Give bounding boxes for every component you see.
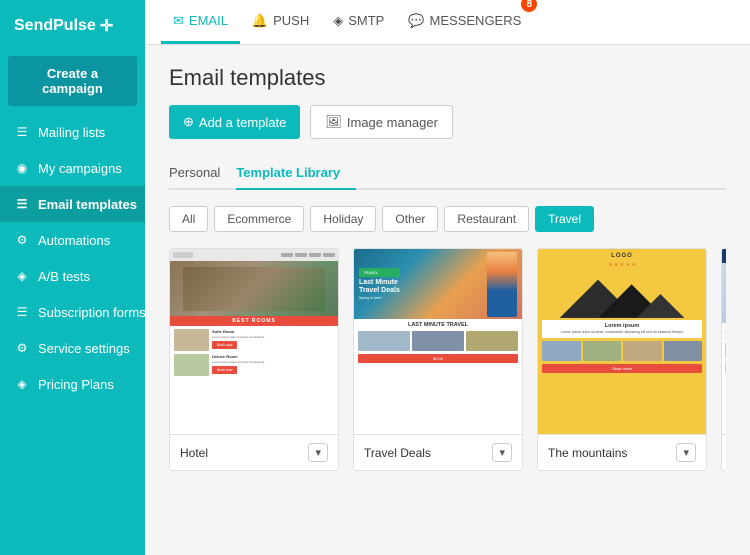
- filter-restaurant[interactable]: Restaurant: [444, 206, 529, 232]
- filter-pills: All Ecommerce Holiday Other Restaurant T…: [169, 206, 726, 232]
- logo-text: SendPulse: [14, 17, 96, 35]
- filter-restaurant-label: Restaurant: [457, 212, 516, 226]
- template-name-travel-deals: Travel Deals: [364, 446, 431, 460]
- filter-all-label: All: [182, 212, 195, 226]
- sidebar-item-label: A/B tests: [38, 269, 90, 284]
- template-footer-travel-deals: Travel Deals ▾: [354, 434, 522, 470]
- filter-ecommerce-label: Ecommerce: [227, 212, 291, 226]
- image-manager-button[interactable]: 🖼 Image manager: [310, 105, 453, 139]
- logo-icon: ✛: [100, 16, 113, 36]
- hotel-dropdown-button[interactable]: ▾: [308, 443, 328, 462]
- template-card-company: Compa... ●: [721, 248, 726, 471]
- my-campaigns-icon: ◉: [14, 160, 30, 176]
- nav-label: EMAIL: [189, 13, 228, 28]
- filter-all[interactable]: All: [169, 206, 208, 232]
- sidebar-item-label: My campaigns: [38, 161, 122, 176]
- template-preview-travel-deals[interactable]: TRAVEL Last MinuteTravel Deals Spring is…: [354, 249, 522, 434]
- sidebar-item-label: Pricing Plans: [38, 377, 114, 392]
- travel-deals-dropdown-button[interactable]: ▾: [492, 443, 512, 462]
- tabs: Personal Template Library: [169, 157, 726, 190]
- add-template-button[interactable]: ⊕ Add a template: [169, 105, 300, 139]
- messengers-icon: 💬: [408, 13, 424, 29]
- template-name-hotel: Hotel: [180, 446, 208, 460]
- image-manager-label: Image manager: [347, 115, 438, 130]
- email-templates-icon: ☰: [14, 196, 30, 212]
- email-icon: ✉: [173, 13, 184, 29]
- template-preview-hotel[interactable]: BEST ROOMS Suite Room Lorem ipsum dolor …: [170, 249, 338, 434]
- sidebar: SendPulse✛ Create a campaign ☰ Mailing l…: [0, 0, 145, 555]
- sidebar-item-ab-tests[interactable]: ◈ A/B tests: [0, 258, 145, 294]
- filter-holiday[interactable]: Holiday: [310, 206, 376, 232]
- sidebar-item-mailing-lists[interactable]: ☰ Mailing lists: [0, 114, 145, 150]
- content-area: Email templates ⊕ Add a template 🖼 Image…: [145, 45, 750, 555]
- template-name-mountains: The mountains: [548, 446, 627, 460]
- template-card-travel-deals: TRAVEL Last MinuteTravel Deals Spring is…: [353, 248, 523, 471]
- tab-personal[interactable]: Personal: [169, 157, 236, 190]
- image-icon: 🖼: [325, 114, 342, 130]
- sidebar-item-email-templates[interactable]: ☰ Email templates: [0, 186, 145, 222]
- top-navigation: ✉ EMAIL 🔔 PUSH ◈ SMTP 💬 MESSENGERS 8: [145, 0, 750, 45]
- mountains-dropdown-button[interactable]: ▾: [676, 443, 696, 462]
- sidebar-item-my-campaigns[interactable]: ◉ My campaigns: [0, 150, 145, 186]
- sidebar-item-service-settings[interactable]: ⚙ Service settings: [0, 330, 145, 366]
- messengers-badge: 8: [521, 0, 537, 12]
- nav-messengers[interactable]: 💬 MESSENGERS 8: [396, 0, 533, 44]
- nav-smtp[interactable]: ◈ SMTP: [321, 0, 396, 44]
- tab-template-library[interactable]: Template Library: [236, 157, 356, 190]
- tab-personal-label: Personal: [169, 165, 220, 180]
- pricing-plans-icon: ◈: [14, 376, 30, 392]
- sidebar-item-subscription-forms[interactable]: ☰ Subscription forms: [0, 294, 145, 330]
- add-icon: ⊕: [183, 114, 194, 130]
- action-bar: ⊕ Add a template 🖼 Image manager: [169, 105, 726, 139]
- smtp-icon: ◈: [333, 13, 343, 29]
- main-content: ✉ EMAIL 🔔 PUSH ◈ SMTP 💬 MESSENGERS 8 Ema…: [145, 0, 750, 555]
- template-footer-hotel: Hotel ▾: [170, 434, 338, 470]
- sidebar-item-label: Service settings: [38, 341, 130, 356]
- template-preview-company[interactable]: Compa... ●: [722, 249, 726, 434]
- template-footer-mountains: The mountains ▾: [538, 434, 706, 470]
- logo: SendPulse✛: [0, 0, 145, 52]
- nav-label: PUSH: [273, 13, 309, 28]
- sidebar-item-label: Subscription forms: [38, 305, 146, 320]
- tab-template-library-label: Template Library: [236, 165, 340, 180]
- sidebar-item-label: Email templates: [38, 197, 137, 212]
- create-campaign-button[interactable]: Create a campaign: [8, 56, 137, 106]
- push-icon: 🔔: [252, 13, 268, 29]
- service-settings-icon: ⚙: [14, 340, 30, 356]
- page-title: Email templates: [169, 65, 726, 91]
- sidebar-item-label: Mailing lists: [38, 125, 105, 140]
- filter-holiday-label: Holiday: [323, 212, 363, 226]
- filter-other-label: Other: [395, 212, 425, 226]
- template-grid: BEST ROOMS Suite Room Lorem ipsum dolor …: [169, 248, 726, 471]
- sidebar-item-pricing-plans[interactable]: ◈ Pricing Plans: [0, 366, 145, 402]
- nav-email[interactable]: ✉ EMAIL: [161, 0, 240, 44]
- template-card-mountains: LOGO ★ ★ ★ ★ ★ Lorem ipsum Lorem ips: [537, 248, 707, 471]
- nav-label: MESSENGERS: [430, 13, 522, 28]
- filter-ecommerce[interactable]: Ecommerce: [214, 206, 304, 232]
- ab-tests-icon: ◈: [14, 268, 30, 284]
- filter-travel[interactable]: Travel: [535, 206, 594, 232]
- automations-icon: ⚙: [14, 232, 30, 248]
- template-preview-mountains[interactable]: LOGO ★ ★ ★ ★ ★ Lorem ipsum Lorem ips: [538, 249, 706, 434]
- filter-other[interactable]: Other: [382, 206, 438, 232]
- sidebar-item-label: Automations: [38, 233, 110, 248]
- add-template-label: Add a template: [199, 115, 286, 130]
- sidebar-item-automations[interactable]: ⚙ Automations: [0, 222, 145, 258]
- nav-push[interactable]: 🔔 PUSH: [240, 0, 321, 44]
- mailing-lists-icon: ☰: [14, 124, 30, 140]
- filter-travel-label: Travel: [548, 212, 581, 226]
- subscription-forms-icon: ☰: [14, 304, 30, 320]
- template-footer-company: Company: [722, 434, 726, 465]
- nav-label: SMTP: [348, 13, 384, 28]
- template-card-hotel: BEST ROOMS Suite Room Lorem ipsum dolor …: [169, 248, 339, 471]
